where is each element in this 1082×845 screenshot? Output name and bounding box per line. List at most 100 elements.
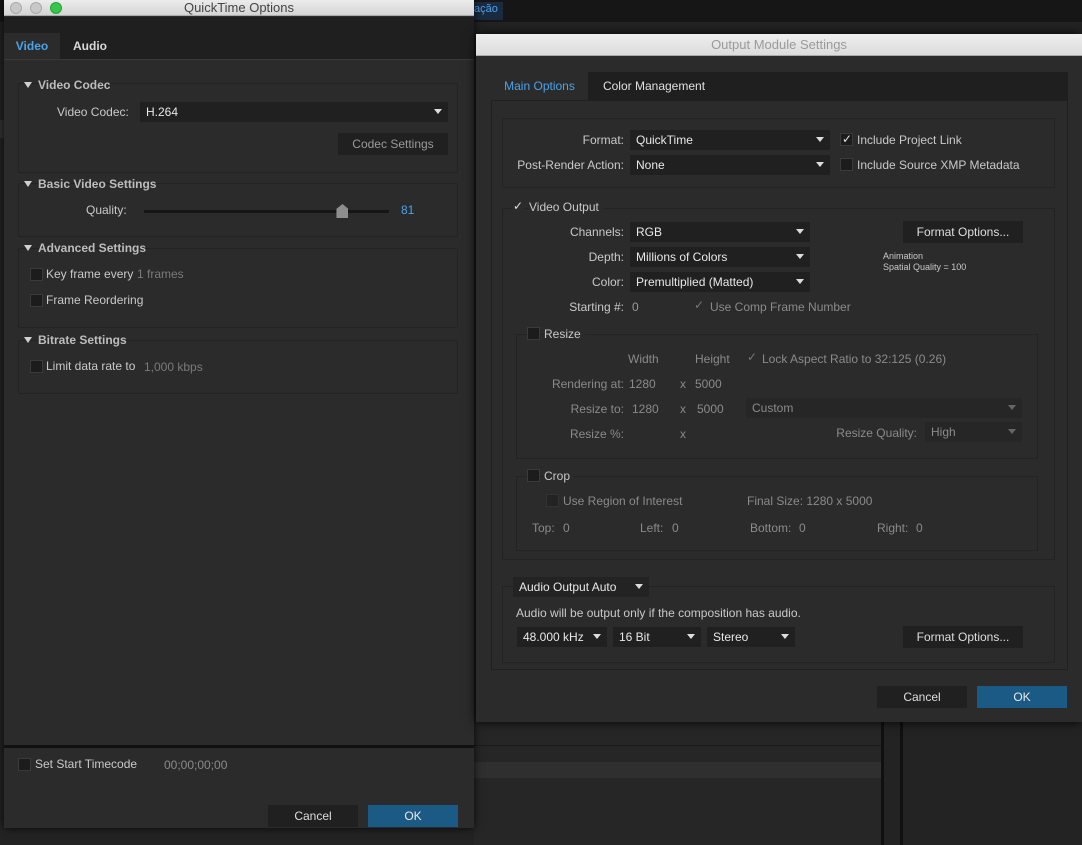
dropdown-arrow-icon (816, 162, 824, 167)
resize-to-label: Resize to: (570, 402, 624, 416)
background-divider (900, 722, 903, 845)
dropdown-arrow-icon (1008, 405, 1016, 410)
tab-strip-fill (120, 33, 474, 59)
rendering-at-x: x (680, 377, 686, 391)
advanced-heading[interactable]: Advanced Settings (24, 241, 146, 255)
include-xmp-label: Include Source XMP Metadata (857, 158, 1020, 172)
keyframe-value: 1 frames (137, 267, 184, 281)
audio-channels-select[interactable]: Stereo (707, 627, 795, 647)
post-render-select[interactable]: None (630, 155, 830, 175)
video-format-options-button[interactable]: Format Options... (903, 221, 1023, 243)
crop-left-value[interactable]: 0 (672, 521, 679, 535)
tab-audio[interactable]: Audio (60, 33, 120, 59)
audio-bits-select[interactable]: 16 Bit (613, 627, 701, 647)
output-module-cancel-button[interactable]: Cancel (877, 686, 967, 708)
resize-checkbox[interactable] (527, 327, 540, 340)
checkmark-icon: ✓ (842, 132, 853, 146)
rendering-at-width: 1280 (629, 377, 656, 391)
video-output-label: Video Output (529, 200, 603, 214)
resize-label: Resize (544, 327, 585, 341)
crop-final-size: Final Size: 1280 x 5000 (747, 494, 873, 508)
start-timecode-checkbox[interactable] (18, 758, 31, 771)
include-xmp-checkbox[interactable] (840, 158, 853, 171)
video-codec-heading[interactable]: Video Codec (24, 78, 110, 92)
resize-percent-label: Resize %: (569, 427, 624, 441)
tab-video[interactable]: Video (4, 33, 60, 59)
audio-rate-select[interactable]: 48.000 kHz (517, 627, 607, 647)
limit-data-rate-value[interactable]: 1,000 kbps (144, 360, 203, 374)
minimize-window-icon[interactable] (30, 2, 42, 14)
background-divider (881, 722, 884, 845)
limit-data-rate-checkbox[interactable] (30, 360, 43, 373)
video-codec-label: Video Codec: (57, 105, 129, 119)
basic-video-heading[interactable]: Basic Video Settings (24, 177, 156, 191)
close-window-icon[interactable] (10, 2, 22, 14)
keyframe-label: Key frame every (46, 267, 134, 281)
depth-select[interactable]: Millions of Colors (630, 247, 810, 267)
video-output-checkbox[interactable]: ✓ (512, 200, 525, 213)
rendering-at-label: Rendering at: (551, 377, 624, 391)
crop-left-label: Left: (640, 521, 664, 535)
lock-aspect-checkbox[interactable]: ✓ (747, 351, 760, 364)
lock-aspect-label: Lock Aspect Ratio to 32:125 (0.26) (762, 352, 947, 366)
starting-value[interactable]: 0 (632, 300, 639, 314)
crop-bottom-value[interactable]: 0 (799, 521, 806, 535)
use-roi-checkbox[interactable] (546, 494, 559, 507)
resize-quality-select[interactable]: High (925, 422, 1022, 442)
disclosure-triangle-icon (24, 245, 32, 251)
format-label: Format: (582, 133, 624, 147)
audio-format-options-button[interactable]: Format Options... (903, 626, 1023, 648)
quality-value[interactable]: 81 (401, 203, 414, 217)
resize-to-x: x (680, 402, 686, 416)
resize-height-header: Height (695, 352, 730, 366)
tab-strip-bg (4, 17, 474, 33)
video-codec-select[interactable]: H.264 (140, 102, 448, 122)
post-render-label: Post-Render Action: (517, 158, 624, 172)
resize-quality-label: Resize Quality: (836, 426, 917, 440)
background-panel (474, 722, 882, 845)
frame-reordering-label: Frame Reordering (46, 293, 144, 307)
resize-width-header: Width (628, 352, 659, 366)
quality-slider[interactable] (144, 204, 389, 218)
crop-checkbox[interactable] (527, 469, 540, 482)
rendering-at-height: 5000 (695, 377, 722, 391)
window-title: QuickTime Options (183, 0, 295, 15)
crop-right-label: Right: (877, 521, 909, 535)
dropdown-arrow-icon (687, 634, 695, 639)
channels-select[interactable]: RGB (630, 222, 810, 242)
bitrate-heading[interactable]: Bitrate Settings (24, 333, 127, 347)
quicktime-video-panel: Video Codec Video Codec: H.264 Codec Set… (4, 59, 474, 745)
crop-right-value[interactable]: 0 (916, 521, 923, 535)
color-select[interactable]: Premultiplied (Matted) (630, 272, 810, 292)
start-timecode-value[interactable]: 00;00;00;00 (164, 758, 227, 772)
format-select[interactable]: QuickTime (630, 130, 830, 150)
codec-settings-button[interactable]: Codec Settings (338, 133, 448, 155)
resize-to-height[interactable]: 5000 (697, 402, 724, 416)
quicktime-titlebar: QuickTime Options (4, 0, 474, 16)
tab-main-options[interactable]: Main Options (491, 72, 588, 100)
output-module-window: Output Module Settings Main Options Colo… (476, 34, 1082, 722)
start-timecode-label: Set Start Timecode (35, 757, 138, 771)
use-comp-frame-checkbox[interactable]: ✓ (694, 299, 707, 312)
quicktime-ok-button[interactable]: OK (368, 805, 458, 827)
audio-section (502, 586, 1055, 663)
limit-data-rate-label: Limit data rate to (46, 359, 136, 373)
main-options-panel: Format: QuickTime Post-Render Action: No… (491, 100, 1068, 670)
frame-reordering-checkbox[interactable] (30, 294, 43, 307)
output-module-ok-button[interactable]: OK (977, 686, 1067, 708)
dropdown-arrow-icon (635, 584, 643, 589)
crop-top-value[interactable]: 0 (563, 521, 570, 535)
dropdown-arrow-icon (816, 137, 824, 142)
zoom-window-icon[interactable] (50, 2, 62, 14)
audio-output-mode-select[interactable]: Audio Output Auto (513, 577, 649, 597)
disclosure-triangle-icon (24, 82, 32, 88)
resize-percent-x: x (680, 427, 686, 441)
tab-color-management[interactable]: Color Management (590, 72, 718, 100)
video-codec-group (18, 83, 458, 173)
quicktime-cancel-button[interactable]: Cancel (268, 805, 358, 827)
resize-to-width[interactable]: 1280 (632, 402, 659, 416)
dropdown-arrow-icon (434, 109, 442, 114)
keyframe-checkbox[interactable] (30, 268, 43, 281)
resize-preset-select[interactable]: Custom (746, 398, 1022, 418)
include-project-link-checkbox[interactable]: ✓ (840, 133, 853, 146)
